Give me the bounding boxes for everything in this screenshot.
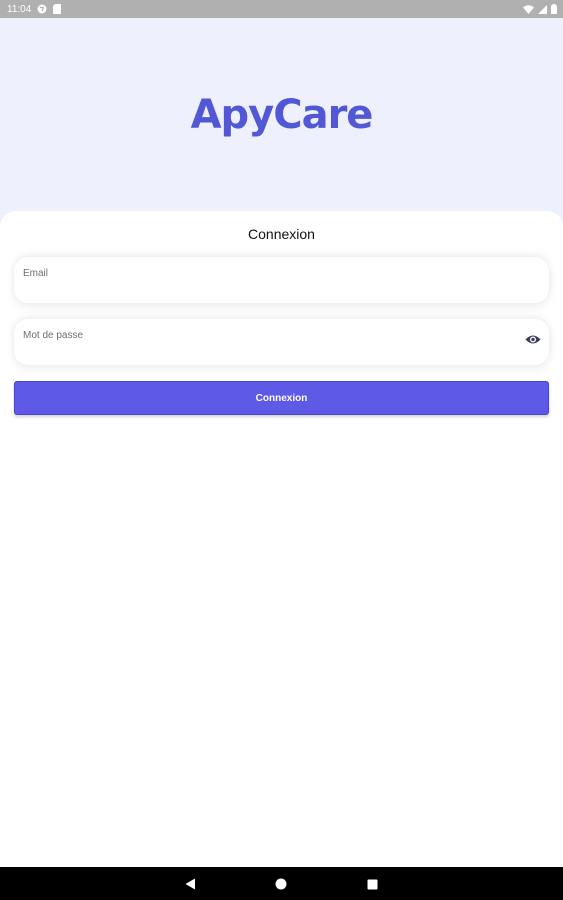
- password-label: Mot de passe: [23, 330, 84, 341]
- password-field[interactable]: Mot de passe: [14, 319, 549, 365]
- app-title: ApyCare: [190, 92, 374, 138]
- status-time: 11:04: [7, 3, 32, 15]
- home-icon[interactable]: [274, 877, 288, 891]
- eye-icon[interactable]: [524, 331, 541, 348]
- sd-card-icon: [53, 4, 62, 14]
- wifi-icon: [523, 4, 534, 14]
- login-title: Connexion: [248, 226, 315, 242]
- email-field[interactable]: Email: [14, 257, 549, 303]
- battery-icon: [551, 4, 557, 14]
- back-icon[interactable]: [183, 877, 197, 891]
- login-card: Connexion Email Mot de passe Connexion: [0, 211, 563, 866]
- app-header: ApyCare: [0, 18, 563, 233]
- recents-icon[interactable]: [365, 877, 379, 891]
- app-notification-icon: [37, 4, 47, 14]
- login-button[interactable]: Connexion: [14, 381, 549, 415]
- email-label: Email: [23, 268, 49, 279]
- signal-icon: [538, 4, 547, 14]
- navigation-bar: [0, 867, 563, 900]
- status-bar: 11:04: [0, 0, 563, 18]
